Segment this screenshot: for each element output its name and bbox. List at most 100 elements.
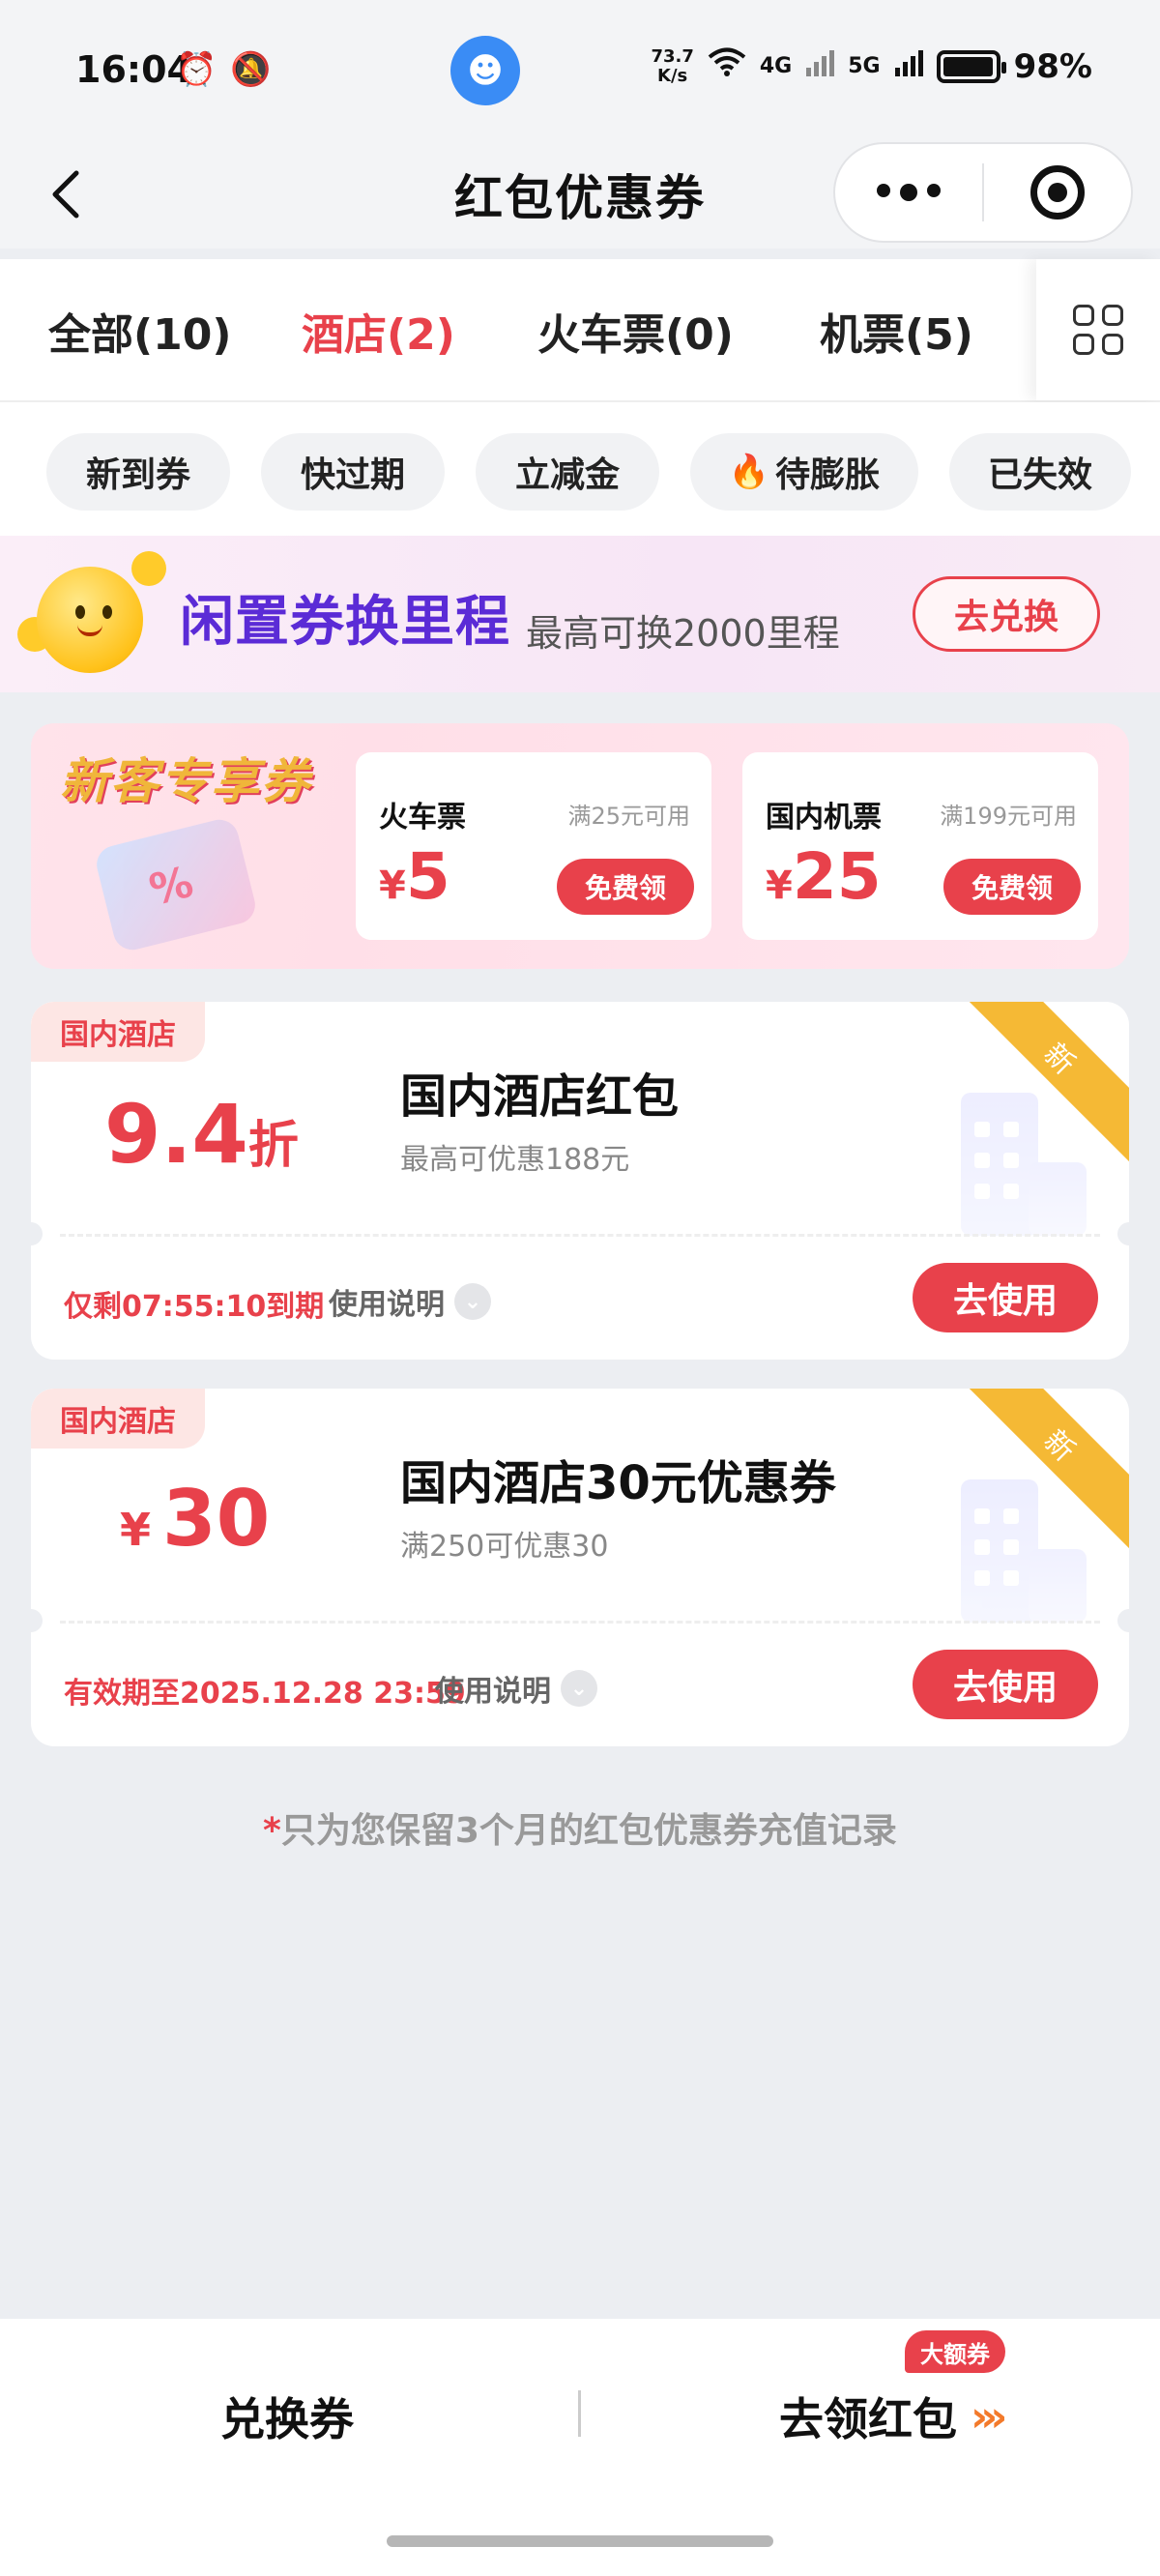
mini-program-capsule [833, 142, 1133, 243]
status-time: 16:04 [75, 48, 192, 91]
coupon-description: 满250可优惠30 [400, 1530, 609, 1564]
net-speed-value: 73.7 [651, 45, 694, 67]
discount-number: 30 [162, 1474, 271, 1564]
usage-instructions[interactable]: 使用说明 ⌄ [329, 1280, 491, 1323]
hotel-coupon-card: 国内酒店 新 9.4折 国内酒店红包 最高可优惠188元 仅剩07:55:10到… [31, 1002, 1129, 1360]
signal-4g-label: 4G [759, 54, 793, 78]
battery-fill [942, 56, 993, 76]
bottom-action-bar: 兑换券 去领红包 ››› 大额券 [0, 2319, 1160, 2576]
signal-bars-icon [894, 47, 923, 86]
large-coupon-badge: 大额券 [905, 2330, 1005, 2373]
coupon-condition: 满25元可用 [567, 803, 690, 830]
discount-value: ¥30 [120, 1474, 270, 1564]
coupon-notch [1117, 1222, 1129, 1245]
chip-new[interactable]: 新到券 [46, 433, 230, 511]
use-coupon-button[interactable]: 去使用 [913, 1263, 1098, 1332]
all-categories-button[interactable] [1036, 259, 1160, 400]
coupon-notch [31, 1609, 43, 1632]
hotel-building-icon [961, 1479, 1087, 1623]
triple-chevron-icon: ››› [971, 2391, 1008, 2442]
mileage-exchange-banner[interactable]: 闲置券换里程 最高可换2000里程 去兑换 [0, 536, 1160, 692]
tab-hotel[interactable]: 酒店(2) [302, 300, 455, 362]
coupon-category-tag: 国内酒店 [31, 1002, 205, 1062]
amount-value: 25 [792, 839, 882, 914]
expire-countdown: 仅剩07:55:10到期 [64, 1290, 325, 1324]
discount-value: 9.4折 [104, 1087, 299, 1182]
chip-label: 立减金 [514, 455, 620, 495]
alarm-icon: ⏰ [176, 50, 218, 89]
claim-free-button[interactable]: 免费领 [557, 859, 694, 915]
train-ticket-coupon: 火车票 满25元可用 ¥5 免费领 [356, 752, 711, 940]
use-coupon-button[interactable]: 去使用 [913, 1650, 1098, 1719]
bottom-divider [578, 2390, 581, 2437]
hotel-coupon-card: 国内酒店 新 ¥30 国内酒店30元优惠券 满250可优惠30 有效期至2025… [31, 1389, 1129, 1746]
net-speed-unit: K/s [657, 65, 688, 86]
note-asterisk: * [263, 1811, 281, 1851]
tab-flight[interactable]: 机票(5) [820, 300, 973, 362]
get-red-packet-button[interactable]: 去领红包 ››› [779, 2385, 1008, 2448]
status-bar: 16:04 ⏰ 🔕 ☻ 73.7 K/s 4G 5G 98% [0, 0, 1160, 140]
coupon-category-tag: 国内酒店 [31, 1389, 205, 1449]
chip-label: 待膨胀 [775, 455, 881, 495]
tab-train[interactable]: 火车票(0) [537, 300, 734, 362]
tab-all[interactable]: 全部(10) [48, 300, 231, 362]
signal-bars-icon [805, 47, 835, 86]
nav-bar: 红包优惠券 [0, 140, 1160, 249]
new-customer-coupons: 新客专享券 % 火车票 满25元可用 ¥5 免费领 国内机票 满199元可用 ¥… [31, 723, 1129, 969]
claim-free-button[interactable]: 免费领 [943, 859, 1081, 915]
close-target-icon[interactable] [984, 165, 1131, 220]
discount-number: 9.4 [104, 1087, 248, 1182]
coupon-amount: ¥25 [766, 839, 882, 914]
battery-icon [936, 49, 1006, 83]
currency-symbol: ¥ [766, 864, 793, 908]
hotel-building-icon [961, 1093, 1087, 1236]
status-right-icons: 73.7 K/s 4G 5G 98% [651, 46, 1092, 86]
coupon-notch [1117, 1609, 1129, 1632]
chevron-down-icon: ⌄ [561, 1670, 597, 1707]
chip-instant-discount[interactable]: 立减金 [476, 433, 659, 511]
coupon-title: 国内酒店红包 [400, 1069, 680, 1124]
expire-date: 有效期至2025.12.28 23:59 [64, 1677, 466, 1711]
more-dots-icon[interactable] [835, 184, 982, 201]
signal-5g-label: 5G [848, 54, 881, 78]
coupon-name: 火车票 [379, 801, 466, 834]
chip-expiring[interactable]: 快过期 [261, 433, 445, 511]
coupon-amount: ¥5 [379, 839, 450, 914]
usage-label: 使用说明 [329, 1288, 445, 1322]
grid-icon [1073, 305, 1123, 355]
filter-chips: 新到券 快过期 立减金 🔥 待膨胀 已失效 [0, 402, 1160, 536]
discount-unit: 折 [247, 1117, 299, 1175]
ticket-decoration-icon: % [92, 815, 260, 954]
retention-note: *只为您保留3个月的红包优惠券充值记录 [0, 1802, 1160, 1853]
flame-icon: 🔥 [728, 453, 770, 491]
promo-subtitle: 最高可换2000里程 [526, 612, 840, 655]
currency-symbol: ¥ [379, 864, 406, 908]
coupon-condition: 满199元可用 [940, 803, 1077, 830]
exchange-button[interactable]: 去兑换 [913, 576, 1100, 652]
coupon-title: 国内酒店30元优惠券 [400, 1456, 836, 1510]
exchange-coupon-button[interactable]: 兑换券 [220, 2385, 354, 2448]
usage-label: 使用说明 [435, 1675, 551, 1709]
chip-invalid[interactable]: 已失效 [949, 433, 1131, 511]
get-red-packet-label: 去领红包 [779, 2393, 957, 2445]
currency-symbol: ¥ [120, 1504, 152, 1556]
amount-value: 5 [405, 839, 450, 914]
net-speed: 73.7 K/s [651, 45, 694, 86]
new-customer-title: 新客专享券 [60, 753, 311, 809]
wifi-icon [708, 46, 746, 86]
coupon-divider [60, 1621, 1100, 1624]
coupon-divider [60, 1234, 1100, 1237]
battery-percent: 98% [1013, 46, 1092, 86]
coupon-notch [31, 1222, 43, 1245]
usage-instructions[interactable]: 使用说明 ⌄ [435, 1667, 597, 1710]
app-indicator-icon: ☻ [450, 36, 520, 105]
note-text: 只为您保留3个月的红包优惠券充值记录 [280, 1811, 897, 1851]
category-tabs: 全部(10) 酒店(2) 火车票(0) 机票(5) [0, 259, 1160, 402]
coupon-description: 最高可优惠188元 [400, 1143, 630, 1177]
coupon-name: 国内机票 [766, 801, 882, 834]
promo-title: 闲置券换里程 [180, 591, 510, 654]
home-indicator[interactable] [387, 2535, 773, 2547]
chevron-down-icon: ⌄ [454, 1283, 491, 1320]
chip-pending-expand[interactable]: 🔥 待膨胀 [690, 433, 918, 511]
mascot-icon [17, 549, 166, 681]
